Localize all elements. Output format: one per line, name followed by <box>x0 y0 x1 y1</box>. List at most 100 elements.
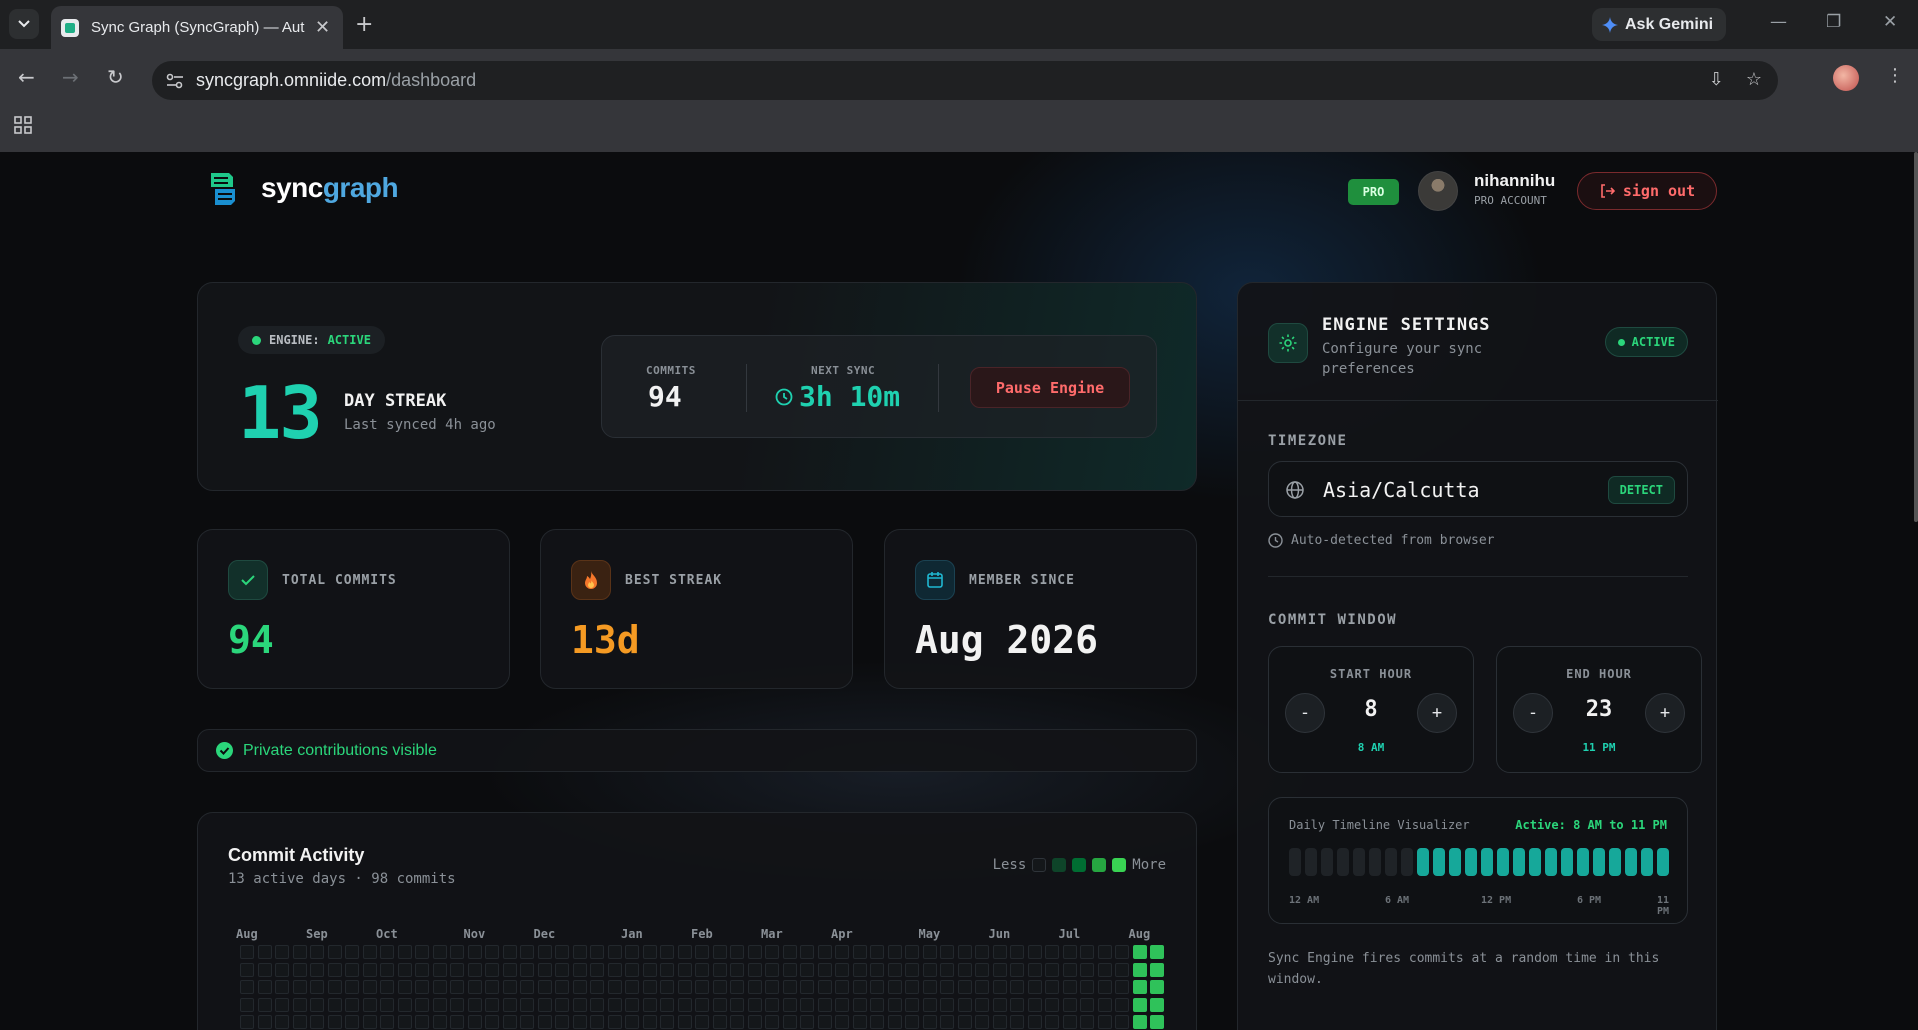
contribution-cell[interactable] <box>992 997 1007 1012</box>
contribution-cell[interactable] <box>572 945 587 959</box>
contribution-cell[interactable] <box>695 945 709 959</box>
contribution-cell[interactable] <box>292 997 307 1012</box>
contribution-cell[interactable] <box>870 1015 884 1029</box>
contribution-cell[interactable] <box>957 980 972 994</box>
contribution-cell[interactable] <box>940 962 954 977</box>
contribution-cell[interactable] <box>520 962 534 977</box>
contribution-cell[interactable] <box>1045 997 1059 1012</box>
contribution-cell[interactable] <box>1062 997 1077 1012</box>
contribution-cell[interactable] <box>922 980 937 994</box>
contribution-cell[interactable] <box>485 945 499 959</box>
contribution-cell[interactable] <box>415 1015 429 1029</box>
contribution-cell[interactable] <box>257 1015 272 1029</box>
contribution-cell[interactable] <box>940 1015 954 1029</box>
contribution-cell[interactable] <box>817 997 832 1012</box>
contribution-cell[interactable] <box>765 1015 779 1029</box>
contribution-cell[interactable] <box>940 997 954 1012</box>
contribution-cell[interactable] <box>887 962 902 977</box>
contribution-cell[interactable] <box>975 945 989 959</box>
contribution-cell[interactable] <box>817 945 832 959</box>
contribution-cell[interactable] <box>1045 1015 1059 1029</box>
contribution-cell[interactable] <box>502 1015 517 1029</box>
contribution-cell[interactable] <box>380 962 394 977</box>
contribution-cell[interactable] <box>642 945 657 959</box>
contribution-cell[interactable] <box>607 980 622 994</box>
forward-arrow-icon[interactable]: → <box>62 65 79 89</box>
apps-grid-icon[interactable] <box>14 116 32 138</box>
site-settings-icon[interactable] <box>166 73 184 89</box>
contribution-cell[interactable] <box>782 997 797 1012</box>
contribution-cell[interactable] <box>292 1015 307 1029</box>
contribution-cell[interactable] <box>1010 962 1024 977</box>
contribution-cell[interactable] <box>380 945 394 959</box>
contribution-cell[interactable] <box>625 962 639 977</box>
contribution-cell[interactable] <box>1097 945 1112 959</box>
contribution-cell[interactable] <box>730 997 744 1012</box>
bookmark-star-icon[interactable]: ☆ <box>1746 69 1762 90</box>
contribution-cell[interactable] <box>345 1015 359 1029</box>
contribution-cell[interactable] <box>310 997 324 1012</box>
contribution-cell[interactable] <box>1010 997 1024 1012</box>
contribution-cell[interactable] <box>1115 1015 1129 1029</box>
contribution-cell[interactable] <box>572 980 587 994</box>
contribution-cell[interactable] <box>975 997 989 1012</box>
contribution-cell[interactable] <box>362 980 377 994</box>
reload-icon[interactable]: ↻ <box>107 65 124 89</box>
contribution-cell[interactable] <box>1150 980 1164 994</box>
contribution-cell[interactable] <box>800 980 814 994</box>
contribution-cell[interactable] <box>1027 997 1042 1012</box>
contribution-cell[interactable] <box>765 945 779 959</box>
contribution-cell[interactable] <box>432 945 447 959</box>
contribution-cell[interactable] <box>450 1015 464 1029</box>
contribution-cell[interactable] <box>817 962 832 977</box>
contribution-cell[interactable] <box>800 945 814 959</box>
contribution-cell[interactable] <box>397 962 412 977</box>
contribution-cell[interactable] <box>1150 945 1164 959</box>
pause-engine-button[interactable]: Pause Engine <box>970 367 1130 408</box>
tab-search-button[interactable] <box>9 9 39 39</box>
contribution-cell[interactable] <box>712 997 727 1012</box>
contribution-cell[interactable] <box>590 962 604 977</box>
contribution-cell[interactable] <box>870 962 884 977</box>
contribution-cell[interactable] <box>327 1015 342 1029</box>
contribution-cell[interactable] <box>380 980 394 994</box>
contribution-cell[interactable] <box>957 1015 972 1029</box>
contribution-cell[interactable] <box>712 945 727 959</box>
contribution-cell[interactable] <box>1132 1015 1147 1029</box>
contribution-cell[interactable] <box>397 1015 412 1029</box>
contribution-cell[interactable] <box>275 1015 289 1029</box>
contribution-cell[interactable] <box>1010 980 1024 994</box>
back-arrow-icon[interactable]: ← <box>18 65 35 89</box>
contribution-cell[interactable] <box>520 997 534 1012</box>
contribution-cell[interactable] <box>572 997 587 1012</box>
contribution-cell[interactable] <box>590 997 604 1012</box>
contribution-cell[interactable] <box>712 980 727 994</box>
contribution-cell[interactable] <box>887 945 902 959</box>
contribution-cell[interactable] <box>537 945 552 959</box>
contribution-cell[interactable] <box>1010 1015 1024 1029</box>
contribution-cell[interactable] <box>1115 997 1129 1012</box>
restore-icon[interactable]: ❐ <box>1826 12 1841 32</box>
contribution-cell[interactable] <box>660 962 674 977</box>
contribution-cell[interactable] <box>765 962 779 977</box>
contribution-cell[interactable] <box>660 980 674 994</box>
contribution-cell[interactable] <box>870 980 884 994</box>
contribution-cell[interactable] <box>852 1015 867 1029</box>
contribution-cell[interactable] <box>852 997 867 1012</box>
contribution-cell[interactable] <box>642 980 657 994</box>
contribution-cell[interactable] <box>660 945 674 959</box>
contribution-cell[interactable] <box>607 997 622 1012</box>
contribution-cell[interactable] <box>257 997 272 1012</box>
contribution-cell[interactable] <box>380 1015 394 1029</box>
contribution-cell[interactable] <box>747 980 762 994</box>
contribution-cell[interactable] <box>992 980 1007 994</box>
window-close-icon[interactable]: ✕ <box>1883 12 1897 32</box>
contribution-cell[interactable] <box>677 1015 692 1029</box>
contribution-cell[interactable] <box>975 1015 989 1029</box>
contribution-cell[interactable] <box>432 962 447 977</box>
contribution-cell[interactable] <box>1062 980 1077 994</box>
contribution-cell[interactable] <box>607 945 622 959</box>
contribution-cell[interactable] <box>1132 997 1147 1012</box>
contribution-cell[interactable] <box>502 980 517 994</box>
contribution-cell[interactable] <box>695 1015 709 1029</box>
